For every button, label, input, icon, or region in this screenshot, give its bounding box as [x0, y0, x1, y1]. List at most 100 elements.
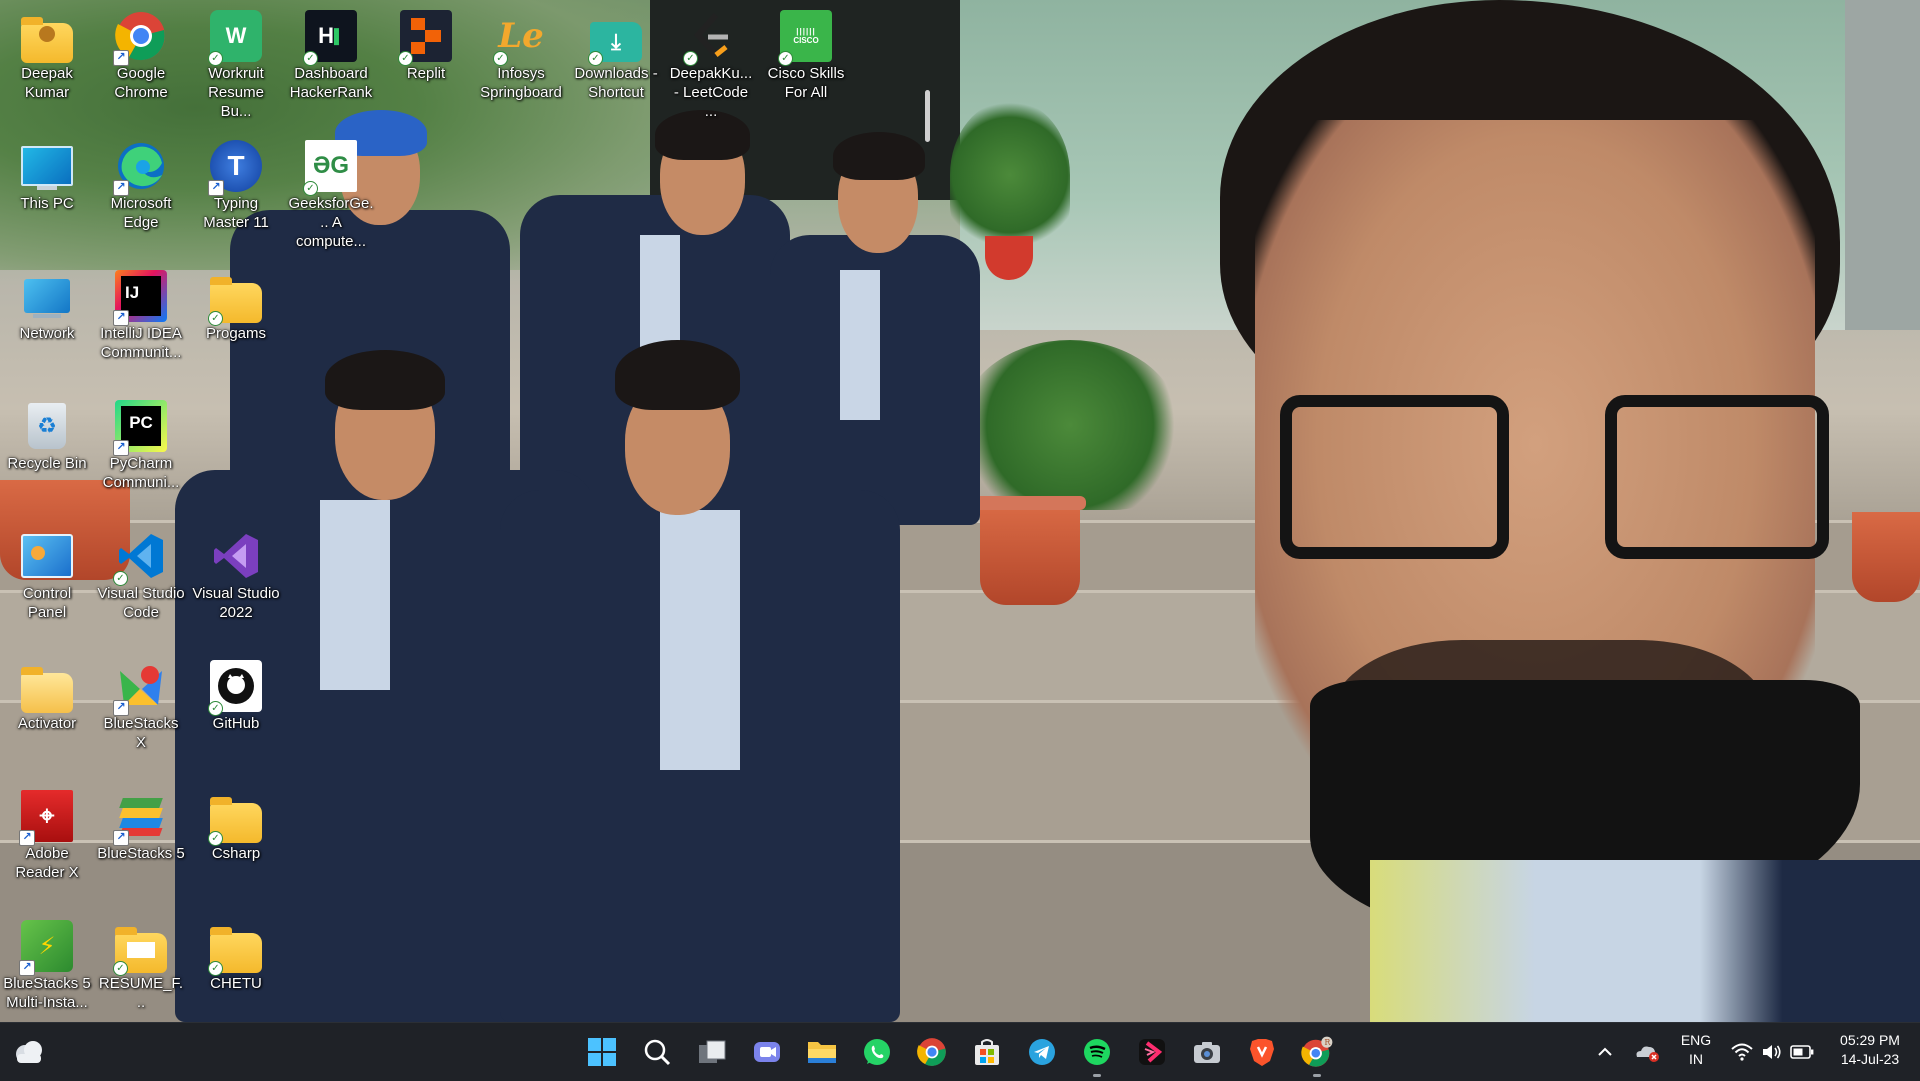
icon-label: RESUME_F...	[98, 975, 184, 1011]
wallpaper-vest	[1370, 860, 1920, 1022]
wallpaper-pot-rim	[974, 496, 1086, 510]
telegram-icon[interactable]	[1022, 1032, 1062, 1072]
this-pc-icon	[21, 140, 73, 192]
desktop-icon-chetu[interactable]: ✓ CHETU	[190, 914, 282, 993]
desktop-icon-adobe-reader[interactable]: ⌖ ↗ Adobe Reader X	[1, 784, 93, 882]
wallpaper-glasses	[1605, 395, 1829, 559]
edge-icon: ↗	[113, 140, 167, 196]
brave-icon[interactable]	[1242, 1032, 1282, 1072]
chrome-icon[interactable]	[912, 1032, 952, 1072]
leetcode-icon: ✓	[683, 10, 737, 66]
teams-chat-icon[interactable]	[747, 1032, 787, 1072]
desktop-icon-hackerrank[interactable]: H ▌ ✓ Dashboard HackerRank	[285, 4, 377, 102]
network-icon	[21, 270, 73, 322]
workruit-icon: W ✓	[208, 10, 262, 66]
desktop-icon-bluestacks5[interactable]: ↗ BlueStacks 5	[95, 784, 187, 863]
desktop-icon-google-chrome[interactable]: ↗ Google Chrome	[95, 4, 187, 102]
icon-label: GeeksforGe... A compute...	[288, 195, 374, 250]
wallpaper-pot	[980, 505, 1080, 605]
icon-label: CHETU	[210, 975, 262, 992]
battery-icon[interactable]	[1787, 1032, 1817, 1072]
windows-start-icon[interactable]	[582, 1032, 622, 1072]
icon-label: BlueStacks 5	[97, 845, 185, 862]
resume-folder-icon: ✓	[113, 920, 167, 976]
hackerrank-icon: H ▌ ✓	[303, 10, 357, 66]
volume-icon[interactable]	[1757, 1032, 1787, 1072]
onedrive-sync-error-icon[interactable]	[1630, 1032, 1664, 1072]
desktop-icon-pycharm[interactable]: PC ↗ PyCharm Communi...	[95, 394, 187, 492]
activator-folder-icon	[21, 660, 73, 713]
desktop-icon-control-panel[interactable]: Control Panel	[1, 524, 93, 622]
desktop-icon-infosys-springboard[interactable]: Le ✓ Infosys Springboard	[475, 4, 567, 102]
icon-label: Workruit Resume Bu...	[208, 65, 264, 120]
cisco-icon: |||||| CISCO ✓	[778, 10, 832, 66]
infosys-springboard-icon: Le ✓	[493, 10, 547, 66]
pycharm-icon: PC ↗	[113, 400, 167, 456]
weather-cloud-icon[interactable]	[8, 1032, 48, 1072]
folder-icon: ✓	[208, 790, 262, 846]
icon-label: Downloads - Shortcut	[574, 65, 658, 101]
icon-label: Csharp	[211, 845, 261, 862]
icon-label: IntelliJ IDEA Communit...	[100, 325, 182, 361]
desktop-icon-workruit[interactable]: W ✓ Workruit Resume Bu...	[190, 4, 282, 121]
camera-icon[interactable]	[1187, 1032, 1227, 1072]
icon-label: Recycle Bin	[7, 455, 87, 472]
clock-date: 14-Jul-23	[1840, 1051, 1900, 1067]
taskbar: R ENG IN 05:29 PM 14-Jul-23	[0, 1022, 1920, 1081]
desktop-icon-progams[interactable]: ✓ Progams	[190, 264, 282, 343]
desktop-icon-geeksforgeeks[interactable]: ƏG ✓ GeeksforGe... A compute...	[285, 134, 377, 251]
svg-text:R: R	[1324, 1038, 1331, 1047]
microsoft-store-icon[interactable]	[967, 1032, 1007, 1072]
geeksforgeeks-icon: ƏG ✓	[303, 140, 357, 196]
desktop-icon-recycle-bin[interactable]: ♻ Recycle Bin	[1, 394, 93, 473]
icon-label: Progams	[205, 325, 267, 342]
desktop-icon-activator[interactable]: Activator	[1, 654, 93, 733]
desktop-icon-deepak-kumar[interactable]: Deepak Kumar	[1, 4, 93, 102]
icon-label: Microsoft Edge	[110, 195, 172, 231]
desktop-icon-visual-studio[interactable]: Visual Studio 2022	[190, 524, 282, 622]
vscode-icon: ✓	[113, 530, 167, 586]
desktop-icon-csharp[interactable]: ✓ Csharp	[190, 784, 282, 863]
wifi-icon[interactable]	[1727, 1032, 1757, 1072]
spotify-icon[interactable]	[1077, 1032, 1117, 1077]
desktop-icon-intellij[interactable]: IJ ↗ IntelliJ IDEA Communit...	[95, 264, 187, 362]
icon-label: Network	[19, 325, 75, 342]
desktop-icon-bluestacks-multi[interactable]: ⚡ ↗ BlueStacks 5 Multi-Insta...	[1, 914, 93, 1012]
desktop-icon-replit[interactable]: ✓ Replit	[380, 4, 472, 83]
search-icon[interactable]	[637, 1032, 677, 1072]
desktop-icon-vscode[interactable]: ✓ Visual Studio Code	[95, 524, 187, 622]
icon-label: Google Chrome	[114, 65, 168, 101]
desktop-icon-downloads-shortcut[interactable]: ⤓ ✓ Downloads - Shortcut	[570, 4, 662, 102]
whatsapp-icon[interactable]	[857, 1032, 897, 1072]
chrome-icon: ↗	[113, 10, 167, 66]
desktop-icon-typing-master[interactable]: T ↗ Typing Master 11	[190, 134, 282, 232]
replit-icon: ✓	[398, 10, 452, 66]
bluestacks-multi-icon: ⚡ ↗	[19, 920, 73, 976]
chrome-profile-icon[interactable]: R	[1297, 1032, 1337, 1077]
language-line2: IN	[1689, 1051, 1703, 1067]
desktop-icon-network[interactable]: Network	[1, 264, 93, 343]
language-line1: ENG	[1680, 1032, 1712, 1048]
icon-label: Visual Studio Code	[97, 585, 185, 621]
icon-label: PyCharm Communi...	[102, 455, 180, 491]
desktop-icon-microsoft-edge[interactable]: ↗ Microsoft Edge	[95, 134, 187, 232]
task-view-icon[interactable]	[692, 1032, 732, 1072]
icon-label: GitHub	[212, 715, 260, 732]
visual-studio-icon	[210, 530, 262, 582]
adobe-reader-icon: ⌖ ↗	[19, 790, 73, 846]
wallpaper-pot	[1852, 512, 1920, 602]
icon-label: Typing Master 11	[203, 195, 269, 231]
desktop-icon-bluestacks-x[interactable]: ↗ BlueStacks X	[95, 654, 187, 752]
desktop-icon-this-pc[interactable]: This PC	[1, 134, 93, 213]
bolt-app-icon[interactable]	[1132, 1032, 1172, 1072]
desktop-icon-github[interactable]: ✓ GitHub	[190, 654, 282, 733]
file-explorer-icon[interactable]	[802, 1032, 842, 1072]
github-icon: ✓	[208, 660, 262, 716]
chevron-up-icon[interactable]	[1592, 1032, 1618, 1072]
desktop-icon-leetcode[interactable]: ✓ DeepakKu... - LeetCode ...	[665, 4, 757, 121]
desktop-icon-resume-folder[interactable]: ✓ RESUME_F...	[95, 914, 187, 1012]
clock[interactable]: 05:29 PM 14-Jul-23	[1826, 1031, 1914, 1069]
desktop-icon-cisco-skills[interactable]: |||||| CISCO ✓ Cisco Skills For All	[760, 4, 852, 102]
language-indicator[interactable]: ENG IN	[1674, 1031, 1718, 1069]
wallpaper-plant	[950, 100, 1070, 250]
